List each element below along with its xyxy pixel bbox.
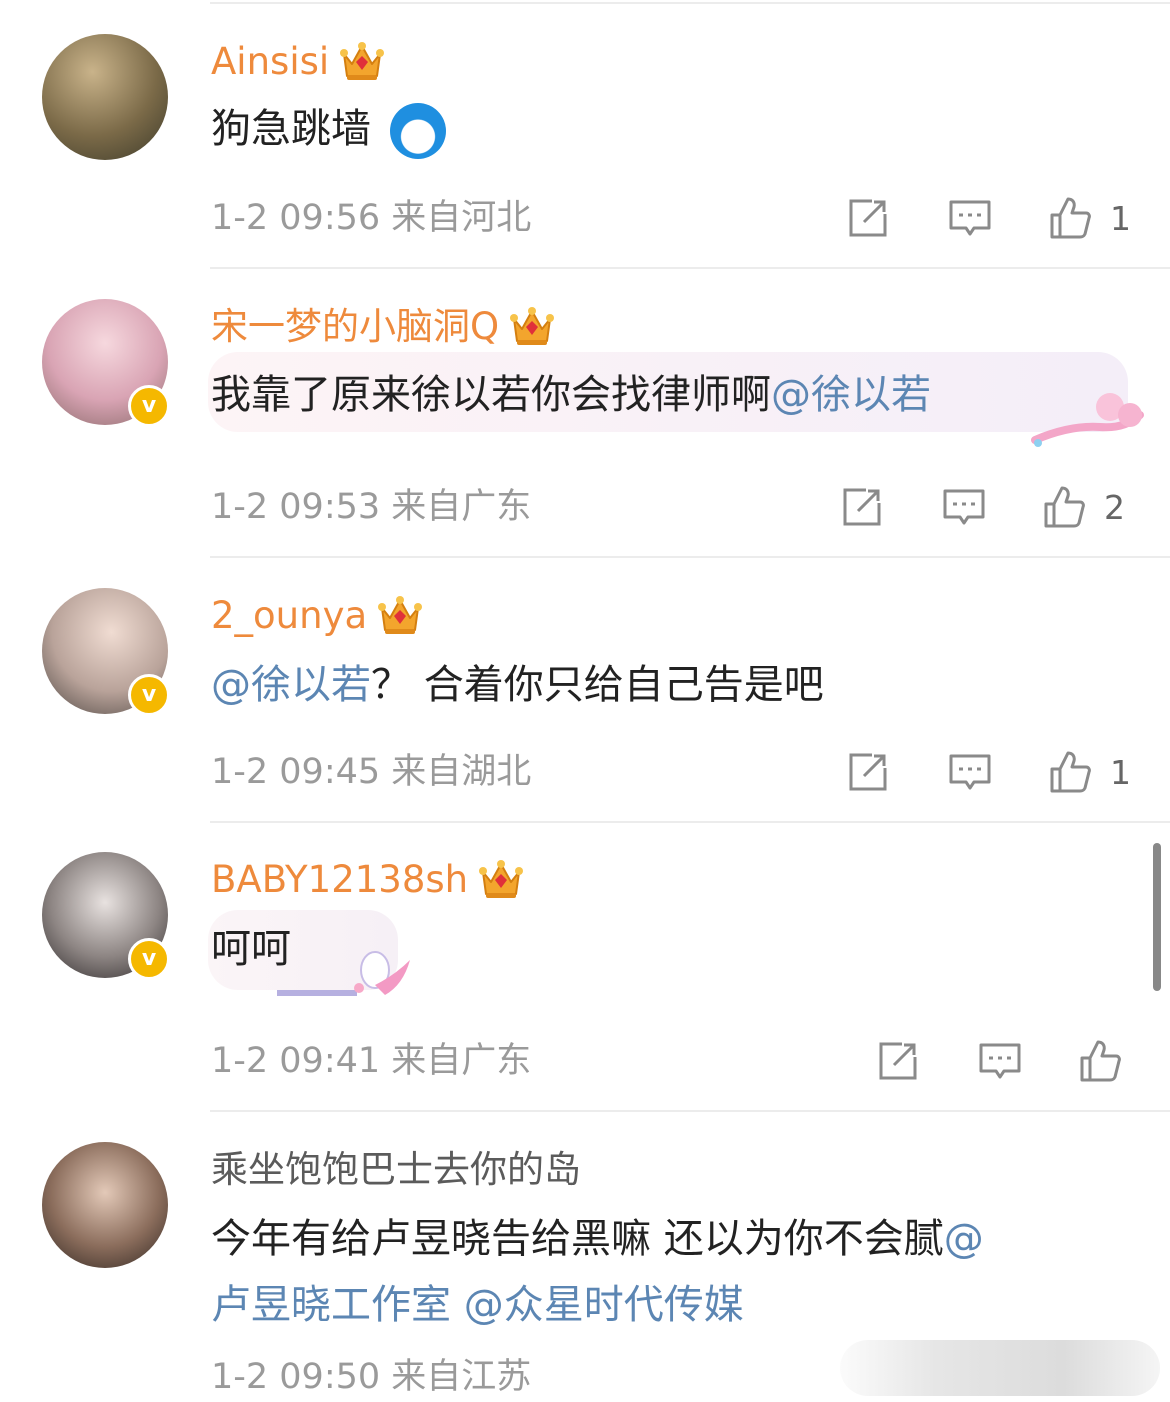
verified-icon: v xyxy=(128,938,170,980)
mention-link[interactable]: 卢昱晓工作室 xyxy=(211,1282,451,1328)
comment-icon xyxy=(978,1039,1022,1083)
like-button[interactable] xyxy=(1078,1039,1122,1083)
timestamp: 1-2 09:50 xyxy=(211,1357,381,1397)
share-icon xyxy=(840,485,884,529)
mention-link[interactable]: @众星时代传媒 xyxy=(464,1282,744,1328)
location: 来自河北 xyxy=(391,198,532,238)
verified-icon: v xyxy=(128,385,170,427)
comment-text: ？ 合着你只给自己告是吧 xyxy=(371,662,824,708)
share-icon xyxy=(846,750,890,794)
scrollbar[interactable] xyxy=(1153,843,1161,991)
blurred-watermark xyxy=(840,1340,1160,1396)
share-button[interactable] xyxy=(846,750,890,794)
timestamp: 1-2 09:56 xyxy=(211,198,381,238)
like-button[interactable]: 2 xyxy=(1042,485,1125,529)
username[interactable]: Ainsisi xyxy=(211,37,329,87)
comment-button[interactable] xyxy=(948,750,992,794)
divider xyxy=(210,1110,1170,1112)
share-button[interactable] xyxy=(846,196,890,240)
location: 来自广东 xyxy=(391,487,532,527)
like-icon xyxy=(1078,1039,1122,1083)
timestamp: 1-2 09:45 xyxy=(211,752,381,792)
comment-button[interactable] xyxy=(942,485,986,529)
comment-icon xyxy=(948,750,992,794)
avatar[interactable]: v xyxy=(42,299,170,427)
username[interactable]: BABY12138sh xyxy=(211,855,468,905)
comment-icon xyxy=(942,485,986,529)
doraemon-emoji-icon xyxy=(389,103,446,159)
username[interactable]: 宋一梦的小脑洞Q xyxy=(211,302,499,352)
username[interactable]: 2_ounya xyxy=(211,591,367,641)
crown-icon xyxy=(478,858,524,902)
avatar[interactable] xyxy=(42,34,168,160)
comment-text: 狗急跳墙 xyxy=(211,106,371,152)
comment-button[interactable] xyxy=(978,1039,1022,1083)
timestamp: 1-2 09:41 xyxy=(211,1041,381,1081)
crown-icon xyxy=(339,40,385,84)
crown-icon xyxy=(509,305,555,349)
ribbon-decoration-icon xyxy=(1030,385,1145,450)
divider xyxy=(210,267,1170,269)
mention-link[interactable]: @徐以若 xyxy=(771,372,931,418)
verified-icon: v xyxy=(128,674,170,716)
divider xyxy=(210,821,1170,823)
like-count: 2 xyxy=(1104,487,1125,527)
like-button[interactable]: 1 xyxy=(1048,196,1131,240)
like-count: 1 xyxy=(1110,752,1131,792)
location: 来自广东 xyxy=(391,1041,532,1081)
comment-text: 今年有给卢昱晓告给黑嘛 还以为你不会腻 xyxy=(211,1216,944,1262)
like-icon xyxy=(1042,485,1086,529)
comment-button[interactable] xyxy=(948,196,992,240)
crown-icon xyxy=(377,594,423,638)
share-icon xyxy=(846,196,890,240)
divider xyxy=(210,556,1170,558)
like-count: 1 xyxy=(1110,198,1131,238)
location: 来自湖北 xyxy=(391,752,532,792)
bunny-ribbon-decoration-icon xyxy=(275,940,420,1005)
share-button[interactable] xyxy=(876,1039,920,1083)
avatar[interactable]: v xyxy=(42,852,170,980)
mention-link[interactable]: @徐以若 xyxy=(211,662,371,708)
comment-text: 我靠了原来徐以若你会找律师啊 xyxy=(211,372,771,418)
like-icon xyxy=(1048,750,1092,794)
share-icon xyxy=(876,1039,920,1083)
timestamp: 1-2 09:53 xyxy=(211,487,381,527)
location: 来自江苏 xyxy=(391,1357,532,1397)
top-divider xyxy=(210,2,1170,4)
mention-link[interactable]: @ xyxy=(944,1216,984,1262)
comment-icon xyxy=(948,196,992,240)
username[interactable]: 乘坐饱饱巴士去你的岛 xyxy=(211,1145,581,1195)
share-button[interactable] xyxy=(840,485,884,529)
avatar[interactable]: v xyxy=(42,588,170,716)
avatar[interactable] xyxy=(42,1142,168,1268)
like-button[interactable]: 1 xyxy=(1048,750,1131,794)
like-icon xyxy=(1048,196,1092,240)
